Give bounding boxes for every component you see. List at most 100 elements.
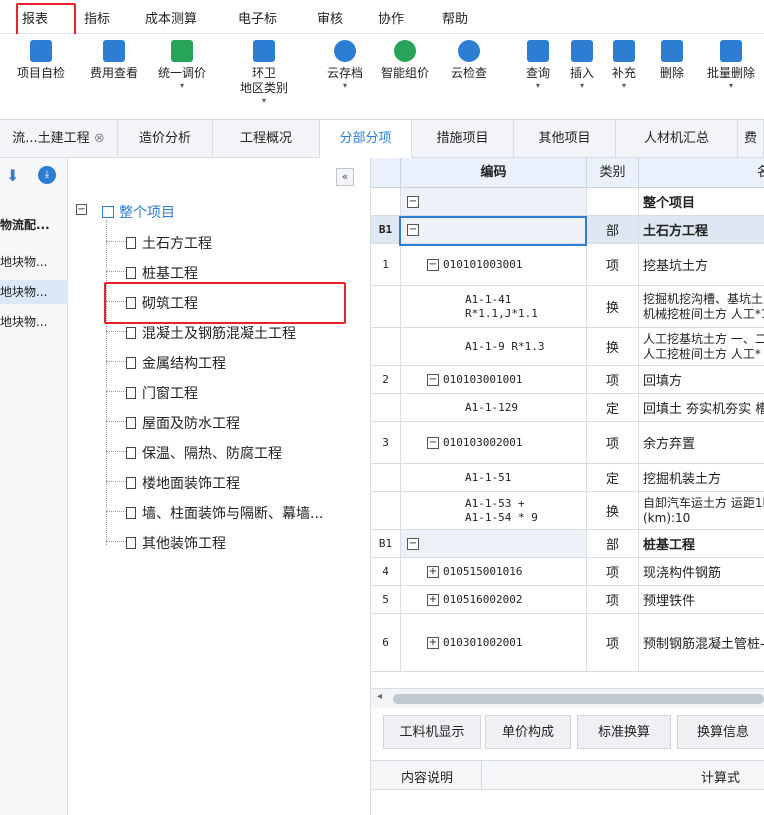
header-code[interactable]: 编码	[401, 158, 587, 188]
tree-item[interactable]: 混凝土及钢筋混凝土工程	[126, 323, 296, 343]
list-item[interactable]: 物流配...	[0, 213, 68, 237]
collapse-icon[interactable]: −	[427, 436, 439, 449]
region-category-button[interactable]: 环卫 地区类别 ▾	[232, 40, 296, 106]
tree-item[interactable]: 保温、隔热、防腐工程	[126, 443, 282, 463]
table-row[interactable]: 3−010103002001 项余方弃置	[371, 422, 764, 464]
project-self-check-button[interactable]: 项目自检	[8, 40, 74, 81]
horizontal-scrollbar[interactable]: ◂	[371, 688, 764, 708]
tab-conversion-info[interactable]: 换算信息	[677, 715, 764, 749]
collapse-icon[interactable]: −	[427, 258, 439, 271]
collapse-icon[interactable]: −	[407, 195, 419, 208]
name-cell[interactable]: 回填土 夯实机夯实 槽	[639, 394, 764, 421]
menu-index[interactable]: 指标	[84, 8, 110, 27]
arrow-down-icon[interactable]: ⬇	[6, 166, 19, 185]
table-row[interactable]: B1− 部桩基工程	[371, 530, 764, 558]
table-row[interactable]: A1-1-9 R*1.3 换人工挖基坑土方 一、二 人工挖桩间土方 人工*	[371, 328, 764, 366]
header-formula[interactable]: 计算式	[701, 767, 740, 786]
tab-cost-analysis[interactable]: 造价分析	[118, 120, 213, 158]
name-cell[interactable]: 回填方	[639, 366, 764, 393]
table-row[interactable]: B1− 部土石方工程	[371, 216, 764, 244]
name-cell[interactable]: 挖基坑土方	[639, 244, 764, 285]
download-icon[interactable]: ⤓	[38, 166, 56, 184]
table-row[interactable]: A1-1-51 定挖掘机装土方	[371, 464, 764, 492]
list-item[interactable]: 地块物...	[0, 310, 68, 334]
list-item[interactable]: 地块物...	[0, 280, 68, 304]
tab-other-items[interactable]: 其他项目	[514, 120, 616, 158]
insert-button[interactable]: 插入 ▾	[564, 40, 600, 91]
code-cell[interactable]: −	[401, 216, 587, 243]
tab-standard-conversion[interactable]: 标准换算	[577, 715, 671, 749]
batch-delete-button[interactable]: 批量删除 ▾	[700, 40, 762, 91]
name-cell[interactable]: 自卸汽车运土方 运距1k (km):10	[639, 492, 764, 529]
collapse-panel-button[interactable]: «	[336, 168, 354, 186]
tree-item[interactable]: 门窗工程	[126, 383, 198, 403]
cost-view-button[interactable]: 费用查看	[82, 40, 146, 81]
smart-pricing-button[interactable]: 智能组价	[374, 40, 436, 81]
collapse-icon[interactable]: −	[407, 537, 419, 550]
code-cell[interactable]: A1-1-129	[401, 394, 587, 421]
header-name[interactable]: 名称	[639, 158, 764, 188]
table-row[interactable]: 5 +010516002002 项预埋铁件	[371, 586, 764, 614]
tab-fee[interactable]: 费	[738, 120, 764, 158]
collapse-icon[interactable]: −	[407, 223, 419, 236]
code-cell[interactable]: +010516002002	[401, 586, 587, 613]
name-cell[interactable]: 现浇构件钢筋	[639, 558, 764, 585]
table-row[interactable]: − 整个项目	[371, 188, 764, 216]
code-cell[interactable]: −010101003001	[401, 244, 587, 285]
name-cell[interactable]: 预埋铁件	[639, 586, 764, 613]
name-cell[interactable]: 整个项目	[639, 188, 764, 215]
expand-icon[interactable]: +	[427, 593, 439, 606]
supplement-button[interactable]: 补充 ▾	[606, 40, 642, 91]
table-row[interactable]: A1-1-41 R*1.1,J*1.1 换挖掘机挖沟槽、基坑土方 机械挖桩间土方 …	[371, 286, 764, 328]
tree-item[interactable]: 屋面及防水工程	[126, 413, 240, 433]
name-cell[interactable]: 桩基工程	[639, 530, 764, 557]
tab-labor-material-display[interactable]: 工料机显示	[383, 715, 481, 749]
query-button[interactable]: 查询 ▾	[520, 40, 556, 91]
code-cell[interactable]: A1-1-41 R*1.1,J*1.1	[401, 286, 587, 327]
code-cell[interactable]: A1-1-9 R*1.3	[401, 328, 587, 365]
name-cell[interactable]: 人工挖基坑土方 一、二 人工挖桩间土方 人工*	[639, 328, 764, 365]
list-item[interactable]: 地块物...	[0, 250, 68, 274]
menu-electronic-bid[interactable]: 电子标	[238, 8, 277, 27]
tab-project-overview[interactable]: 工程概况	[213, 120, 320, 158]
code-cell[interactable]: −010103001001	[401, 366, 587, 393]
tree-item[interactable]: 金属结构工程	[126, 353, 226, 373]
tab-labor-material-summary[interactable]: 人材机汇总	[616, 120, 738, 158]
tab-project-root[interactable]: 流...土建工程 ⊗	[0, 120, 118, 158]
cloud-check-button[interactable]: 云检查	[444, 40, 494, 81]
tab-unit-price-composition[interactable]: 单价构成	[485, 715, 571, 749]
tree-item[interactable]: 其他装饰工程	[126, 533, 226, 553]
tree-item[interactable]: 土石方工程	[126, 233, 212, 253]
code-cell[interactable]: −010103002001	[401, 422, 587, 463]
tab-sub-items[interactable]: 分部分项	[320, 120, 412, 158]
table-row[interactable]: 2−010103001001 项回填方	[371, 366, 764, 394]
menu-collaborate[interactable]: 协作	[378, 8, 404, 27]
unified-price-adjust-button[interactable]: 统一调价 ▾	[150, 40, 214, 91]
tree-item[interactable]: 墙、柱面装饰与隔断、幕墙...	[126, 503, 323, 523]
header-type[interactable]: 类别	[587, 158, 639, 188]
collapse-icon[interactable]: −	[427, 373, 439, 386]
code-cell[interactable]: +010301002001	[401, 614, 587, 671]
tree-root[interactable]: 整个项目	[102, 202, 175, 222]
menu-cost-estimate[interactable]: 成本测算	[145, 8, 197, 27]
name-cell[interactable]: 土石方工程	[639, 216, 764, 243]
tab-measures[interactable]: 措施项目	[412, 120, 514, 158]
scroll-left-icon[interactable]: ◂	[377, 691, 382, 702]
tree-item[interactable]: 桩基工程	[126, 263, 198, 283]
table-row[interactable]: A1-1-129 定回填土 夯实机夯实 槽	[371, 394, 764, 422]
code-cell[interactable]: +010515001016	[401, 558, 587, 585]
delete-button[interactable]: 删除	[654, 40, 690, 81]
expand-icon[interactable]: +	[427, 565, 439, 578]
scrollbar-thumb[interactable]	[393, 694, 764, 704]
expand-icon[interactable]: +	[427, 636, 439, 649]
name-cell[interactable]: 挖掘机装土方	[639, 464, 764, 491]
tree-item[interactable]: 楼地面装饰工程	[126, 473, 240, 493]
cloud-archive-button[interactable]: 云存档 ▾	[320, 40, 370, 91]
code-cell[interactable]: A1-1-51	[401, 464, 587, 491]
header-content-desc[interactable]: 内容说明	[401, 767, 453, 786]
table-row[interactable]: A1-1-53 + A1-1-54 * 9 换自卸汽车运土方 运距1k (km):…	[371, 492, 764, 530]
table-row[interactable]: 1−010101003001 项挖基坑土方	[371, 244, 764, 286]
code-cell[interactable]: −	[401, 188, 587, 215]
name-cell[interactable]: 预制钢筋混凝土管桩-填	[639, 614, 764, 671]
code-cell[interactable]: A1-1-53 + A1-1-54 * 9	[401, 492, 587, 529]
